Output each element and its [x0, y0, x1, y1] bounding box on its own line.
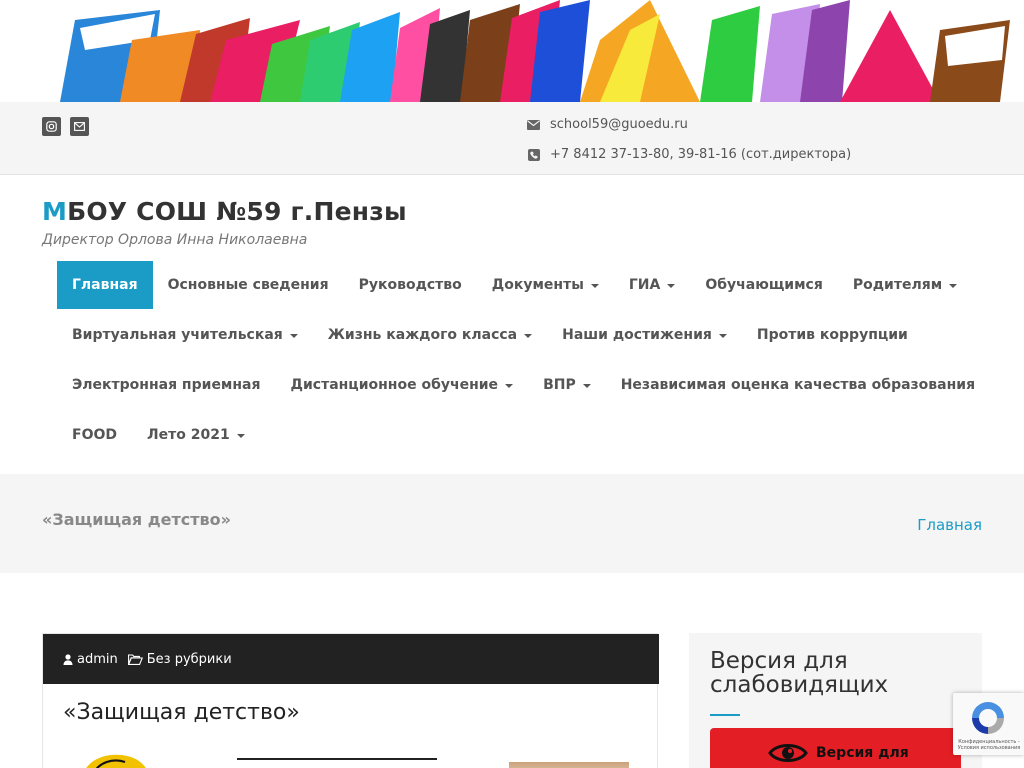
- caret-down-icon: [590, 284, 599, 288]
- sidebar-widget: Версия для слабовидящих Версия для: [689, 633, 982, 768]
- social-links: [42, 117, 89, 136]
- nav-item-management[interactable]: Руководство: [344, 261, 477, 309]
- nav-item-gia[interactable]: ГИА: [614, 261, 690, 309]
- envelope-icon[interactable]: [70, 117, 89, 136]
- post-excerpt-line: [237, 758, 437, 768]
- post-meta-bar: admin Без рубрики: [43, 634, 659, 684]
- eye-icon: [768, 744, 808, 762]
- site-title-first-letter: М: [42, 197, 68, 226]
- top-contact-bar: [0, 102, 1024, 175]
- page-title: «Защищая детство»: [42, 510, 231, 529]
- nav-item-e-reception[interactable]: Электронная приемная: [57, 361, 276, 409]
- nav-item-home[interactable]: Главная: [57, 261, 153, 309]
- nav-row-1: Главная Основные сведения Руководство До…: [57, 261, 972, 309]
- nav-item-summer-2021[interactable]: Лето 2021: [132, 411, 260, 459]
- recaptcha-terms-text: Конфиденциальность - Условия использован…: [957, 739, 1021, 751]
- breadcrumb-home-link[interactable]: Главная: [917, 516, 982, 534]
- header-banner: [0, 0, 1024, 102]
- page-title-band: «Защищая детство» Главная: [0, 474, 1024, 573]
- nav-item-quality-assessment[interactable]: Независимая оценка качества образования: [606, 361, 990, 409]
- recaptcha-badge[interactable]: Конфиденциальность - Условия использован…: [953, 693, 1024, 755]
- caret-down-icon: [718, 334, 727, 338]
- caret-down-icon: [582, 384, 591, 388]
- nav-item-class-life[interactable]: Жизнь каждого класса: [313, 311, 547, 359]
- nav-row-4: FOOD Лето 2021: [57, 411, 260, 459]
- nav-item-distance-learning[interactable]: Дистанционное обучение: [276, 361, 529, 409]
- post-photo: [509, 762, 629, 768]
- nav-item-virtual-teachers-room[interactable]: Виртуальная учительская: [57, 311, 313, 359]
- post-title[interactable]: «Защищая детство»: [63, 700, 300, 725]
- post-category-name: Без рубрики: [146, 651, 232, 667]
- site-description: Директор Орлова Инна Николаевна: [42, 232, 308, 248]
- nav-item-students[interactable]: Обучающимся: [690, 261, 838, 309]
- post-logo-image: [79, 750, 151, 768]
- contact-email: school59@guoedu.ru: [527, 117, 688, 132]
- visually-impaired-button-label: Версия для: [816, 745, 909, 761]
- nav-item-anti-corruption[interactable]: Против коррупции: [742, 311, 923, 359]
- site-header: МБОУ СОШ №59 г.Пензы Директор Орлова Инн…: [0, 175, 1024, 474]
- contact-email-link[interactable]: school59@guoedu.ru: [550, 117, 688, 132]
- caret-down-icon: [667, 284, 676, 288]
- nav-item-achievements[interactable]: Наши достижения: [547, 311, 742, 359]
- nav-item-parents[interactable]: Родителям: [838, 261, 972, 309]
- envelope-icon: [527, 118, 540, 131]
- site-title-text: БОУ СОШ №59 г.Пензы: [67, 197, 407, 226]
- nav-item-documents[interactable]: Документы: [477, 261, 614, 309]
- post-author-name: admin: [77, 651, 118, 667]
- site-title[interactable]: МБОУ СОШ №59 г.Пензы: [42, 197, 407, 226]
- post-category[interactable]: Без рубрики: [127, 651, 232, 667]
- caret-down-icon: [524, 334, 533, 338]
- nav-item-vpr[interactable]: ВПР: [528, 361, 606, 409]
- books-banner-illustration: [60, 0, 1010, 102]
- caret-down-icon: [236, 434, 245, 438]
- nav-item-food[interactable]: FOOD: [57, 411, 132, 459]
- nav-row-2: Виртуальная учительская Жизнь каждого кл…: [57, 311, 923, 359]
- visually-impaired-version-button[interactable]: Версия для: [710, 728, 961, 768]
- recaptcha-icon: [972, 702, 1004, 734]
- user-icon: [63, 653, 73, 665]
- post-author[interactable]: admin: [63, 652, 118, 667]
- caret-down-icon: [949, 284, 958, 288]
- caret-down-icon: [289, 334, 298, 338]
- phone-icon: [527, 148, 540, 161]
- widget-title: Версия для слабовидящих: [710, 648, 889, 698]
- caret-down-icon: [505, 384, 514, 388]
- folder-open-icon: [127, 653, 143, 665]
- contact-phone-text: +7 8412 37-13-80, 39-81-16 (сот.директор…: [550, 147, 852, 162]
- post-card: admin Без рубрики «Защищая детство»: [42, 633, 659, 768]
- contact-phone: +7 8412 37-13-80, 39-81-16 (сот.директор…: [527, 147, 851, 162]
- instagram-icon[interactable]: [42, 117, 61, 136]
- nav-row-3: Электронная приемная Дистанционное обуче…: [57, 361, 990, 409]
- widget-title-divider: [710, 714, 740, 716]
- nav-item-basic-info[interactable]: Основные сведения: [153, 261, 344, 309]
